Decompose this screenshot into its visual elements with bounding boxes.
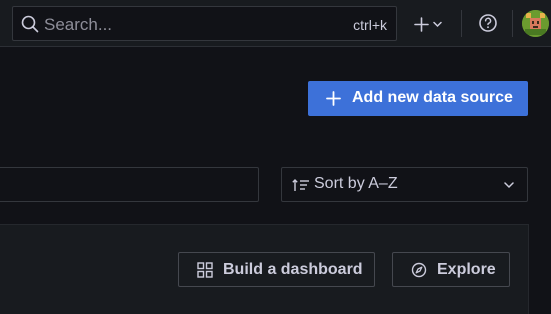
search-filter-input[interactable] — [0, 167, 259, 202]
top-bar: Search... ctrl+k — [0, 0, 551, 47]
chevron-down-icon — [504, 182, 514, 189]
header-divider — [461, 10, 462, 37]
help-icon[interactable] — [476, 11, 500, 35]
search-shortcut: ctrl+k — [353, 17, 387, 33]
chevron-down-icon — [433, 21, 442, 27]
avatar-image — [522, 10, 549, 37]
build-dashboard-label: Build a dashboard — [223, 261, 363, 278]
plus-icon — [326, 91, 341, 106]
add-data-source-button[interactable]: Add new data source — [308, 81, 528, 116]
sort-label: Sort by A–Z — [314, 175, 398, 192]
plus-icon — [414, 16, 429, 32]
explore-label: Explore — [437, 261, 496, 278]
compass-icon — [411, 262, 427, 278]
search-placeholder: Search... — [44, 15, 113, 34]
add-data-source-label: Add new data source — [352, 89, 513, 106]
explore-button[interactable]: Explore — [392, 252, 510, 287]
apps-grid-icon — [197, 262, 213, 278]
search-icon — [21, 15, 39, 33]
sort-select[interactable]: Sort by A–Z — [281, 167, 528, 202]
user-avatar[interactable] — [522, 10, 549, 37]
add-menu-button[interactable] — [408, 12, 448, 36]
search-box[interactable]: Search... ctrl+k — [12, 6, 397, 41]
header-divider — [512, 10, 513, 37]
build-dashboard-button[interactable]: Build a dashboard — [178, 252, 375, 287]
sort-ascending-icon — [292, 179, 309, 191]
